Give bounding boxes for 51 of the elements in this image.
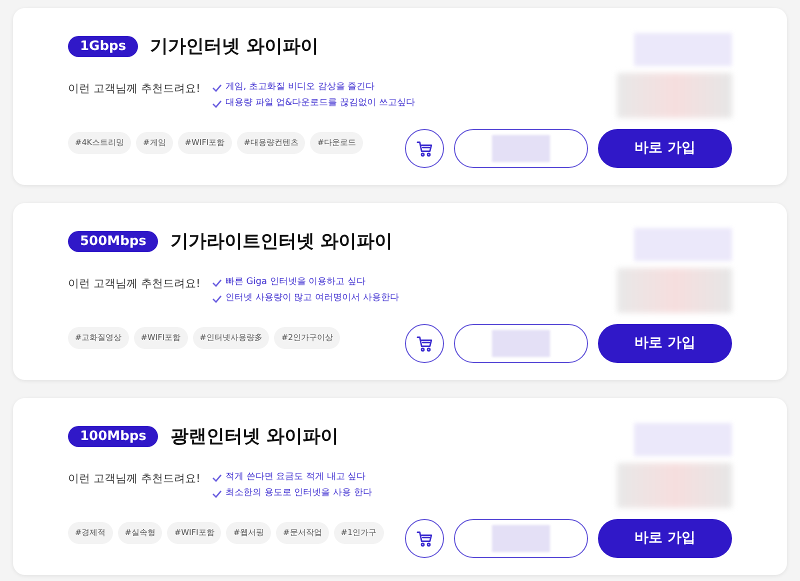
- check-icon: [212, 100, 222, 108]
- hashtag[interactable]: #WIFI포함: [134, 327, 188, 349]
- hashtag[interactable]: #WIFI포함: [178, 132, 232, 154]
- speed-badge: 500Mbps: [68, 231, 158, 252]
- recommend-label: 이런 고객님께 추천드려요!: [68, 276, 200, 292]
- speed-badge: 100Mbps: [68, 426, 158, 447]
- check-icon: [212, 294, 222, 302]
- hashtag[interactable]: #문서작업: [276, 522, 329, 544]
- recommend-point: 적게 쓴다면 요금도 적게 내고 싶다: [225, 471, 366, 484]
- outline-button[interactable]: [454, 324, 588, 363]
- hashtag[interactable]: #2인가구이상: [274, 327, 340, 349]
- hashtag[interactable]: #게임: [136, 132, 173, 154]
- cart-icon: [416, 334, 434, 352]
- cart-button[interactable]: [405, 519, 444, 558]
- cart-icon: [416, 140, 434, 158]
- outline-button[interactable]: [454, 519, 588, 558]
- hashtag[interactable]: #1인가구: [334, 522, 384, 544]
- recommend-point: 최소한의 용도로 인터넷을 사용 한다: [225, 487, 372, 500]
- hashtag[interactable]: #대용량컨텐츠: [236, 132, 306, 154]
- plan-title: 기가인터넷 와이파이: [150, 35, 318, 59]
- recommend-label: 이런 고객님께 추천드려요!: [68, 81, 200, 97]
- plan-title: 기가라이트인터넷 와이파이: [170, 230, 393, 254]
- hashtag[interactable]: #다운로드: [310, 132, 364, 154]
- cart-icon: [416, 530, 434, 548]
- recommend-point: 게임, 초고화질 비디오 감상을 즐긴다: [225, 81, 375, 94]
- blurred-area: [492, 525, 550, 552]
- hashtag[interactable]: #실속형: [118, 522, 162, 544]
- check-icon: [212, 84, 222, 92]
- outline-button[interactable]: [454, 129, 588, 168]
- cart-button[interactable]: [405, 324, 444, 363]
- blurred-area: [492, 330, 550, 357]
- check-icon: [212, 474, 222, 482]
- check-icon: [212, 490, 222, 498]
- cart-button[interactable]: [405, 129, 444, 168]
- join-button[interactable]: 바로 가입: [598, 129, 732, 168]
- check-icon: [212, 278, 222, 286]
- hashtag[interactable]: #고화질영상: [68, 327, 129, 349]
- plan-title: 광랜인터넷 와이파이: [170, 425, 339, 449]
- recommend-label: 이런 고객님께 추천드려요!: [68, 471, 200, 487]
- blurred-area: [492, 135, 550, 162]
- hashtag[interactable]: #경제적: [68, 522, 113, 544]
- join-button[interactable]: 바로 가입: [598, 324, 732, 363]
- hashtag[interactable]: #인터넷사용량多: [192, 327, 270, 349]
- speed-badge: 1Gbps: [68, 36, 138, 57]
- recommend-point: 빠른 Giga 인터넷을 이용하고 싶다: [225, 276, 366, 289]
- hashtag[interactable]: #WIFI포함: [167, 522, 222, 544]
- hashtag[interactable]: #4K스트리밍: [68, 132, 132, 154]
- join-button[interactable]: 바로 가입: [598, 519, 732, 558]
- hashtag[interactable]: #웹서핑: [226, 522, 272, 544]
- recommend-point: 인터넷 사용량이 많고 여러명이서 사용한다: [225, 292, 399, 305]
- recommend-point: 대용량 파일 업&다운로드를 끊김없이 쓰고싶다: [225, 97, 415, 110]
